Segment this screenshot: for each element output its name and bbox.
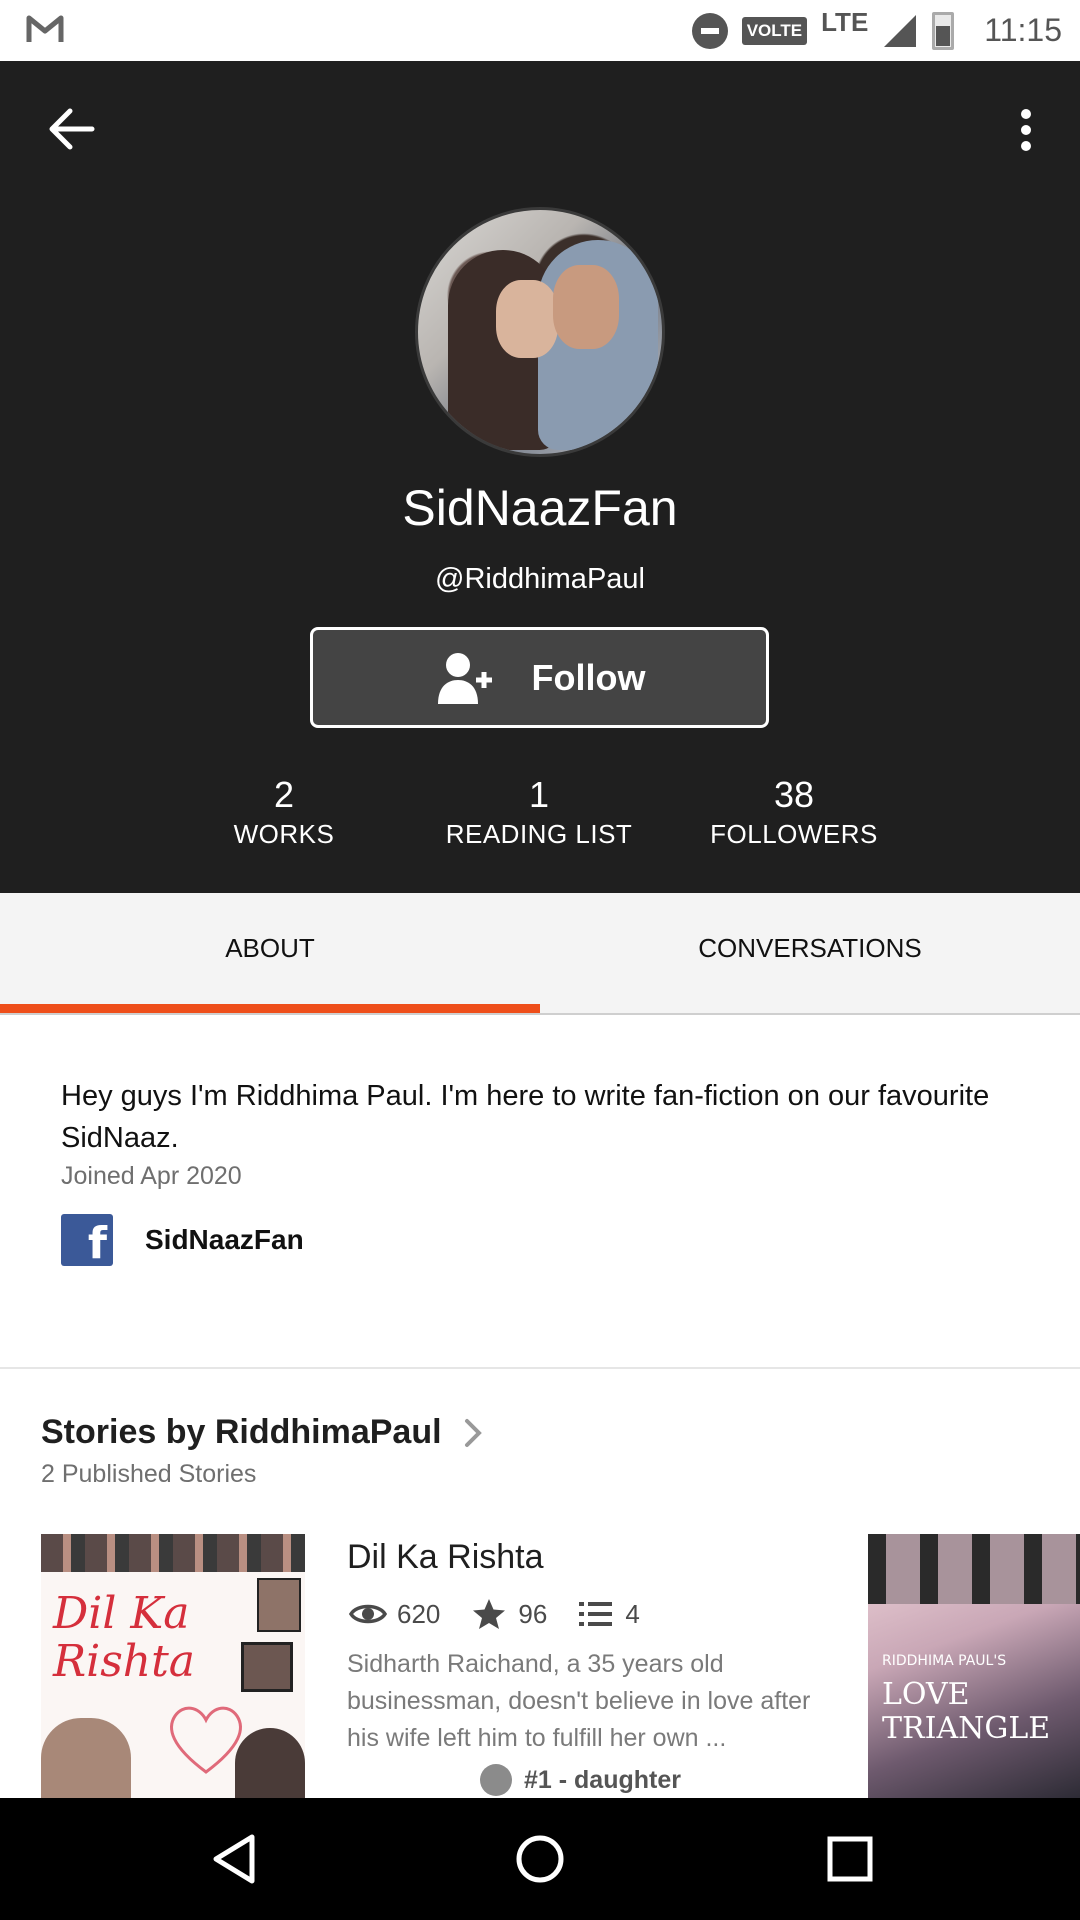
nav-recents-icon[interactable] xyxy=(820,1829,880,1889)
star-icon xyxy=(473,1599,506,1629)
stories-count: 2 Published Stories xyxy=(41,1460,257,1488)
story-stats: 620 96 4 xyxy=(349,1592,670,1636)
stat-reading-list[interactable]: 1 READING LIST xyxy=(419,773,659,850)
facebook-icon: f xyxy=(61,1214,113,1266)
username: @RiddhimaPaul xyxy=(435,563,645,595)
stat-label: FOLLOWERS xyxy=(710,819,878,849)
facebook-link[interactable]: f SidNaazFan xyxy=(61,1214,304,1266)
tab-about[interactable]: ABOUT xyxy=(0,893,540,1015)
eye-icon xyxy=(349,1604,387,1624)
status-time: 11:15 xyxy=(984,12,1062,48)
read-count: 620 xyxy=(397,1598,441,1629)
profile-tabs: ABOUT CONVERSATIONS xyxy=(0,893,1080,1015)
story-title[interactable]: Dil Ka Rishta xyxy=(347,1538,544,1577)
story-cover[interactable]: RIDDHIMA PAUL'S LOVE TRIANGLE xyxy=(868,1534,1080,1798)
follow-button[interactable]: Follow xyxy=(310,627,769,728)
cover-author: RIDDHIMA PAUL'S xyxy=(882,1653,1007,1669)
do-not-disturb-icon xyxy=(691,12,728,49)
volte-icon: VOLTE xyxy=(741,16,808,45)
network-type: LTE xyxy=(821,7,869,37)
cover-title: RIDDHIMA PAUL'S LOVE TRIANGLE xyxy=(882,1644,1080,1746)
story-description: Sidharth Raichand, a 35 years old busine… xyxy=(347,1650,811,1752)
system-nav-bar xyxy=(0,1798,1080,1920)
cover-title: Dil Ka Rishta xyxy=(53,1588,196,1687)
stat-value: 2 xyxy=(273,774,295,815)
story-rank: #1 - daughter xyxy=(480,1764,681,1796)
back-arrow-icon[interactable] xyxy=(44,101,100,157)
ranking-icon xyxy=(480,1764,512,1796)
gmail-icon xyxy=(26,15,64,42)
profile-header: SidNaazFan @RiddhimaPaul Follow 2 WORKS … xyxy=(0,61,1080,893)
nav-home-icon[interactable] xyxy=(510,1829,570,1889)
avatar xyxy=(415,207,665,457)
bio-text: Hey guys I'm Riddhima Paul. I'm here to … xyxy=(61,1080,990,1154)
display-name: SidNaazFan xyxy=(402,480,678,536)
status-bar: VOLTE LTE 11:15 xyxy=(0,0,1080,61)
signal-icon xyxy=(884,14,917,47)
joined-date: Joined Apr 2020 xyxy=(61,1162,242,1190)
stories-title: Stories by RiddhimaPaul xyxy=(41,1413,442,1451)
stat-value: 38 xyxy=(773,774,815,815)
stories-header[interactable]: Stories by RiddhimaPaul xyxy=(41,1413,482,1452)
tab-conversations[interactable]: CONVERSATIONS xyxy=(540,893,1080,1015)
cover-title-text: LOVE TRIANGLE xyxy=(882,1677,1051,1746)
part-count: 4 xyxy=(625,1598,640,1629)
stat-works[interactable]: 2 WORKS xyxy=(164,773,404,850)
section-divider xyxy=(0,1367,1080,1369)
stat-label: WORKS xyxy=(233,819,335,849)
list-icon xyxy=(579,1602,613,1626)
chevron-right-icon xyxy=(464,1418,482,1447)
stat-label: READING LIST xyxy=(445,819,633,849)
more-options-icon[interactable] xyxy=(1008,105,1044,161)
add-user-icon xyxy=(437,652,492,704)
vote-count: 96 xyxy=(518,1598,548,1629)
nav-back-icon[interactable] xyxy=(206,1829,266,1889)
stat-value: 1 xyxy=(528,774,550,815)
facebook-name: SidNaazFan xyxy=(145,1224,304,1255)
battery-icon xyxy=(932,11,955,50)
follow-label: Follow xyxy=(531,656,646,698)
rank-label: #1 - daughter xyxy=(524,1765,681,1794)
story-cover[interactable]: Dil Ka Rishta xyxy=(41,1534,305,1798)
stat-followers[interactable]: 38 FOLLOWERS xyxy=(674,773,914,850)
tab-indicator xyxy=(0,1004,540,1013)
